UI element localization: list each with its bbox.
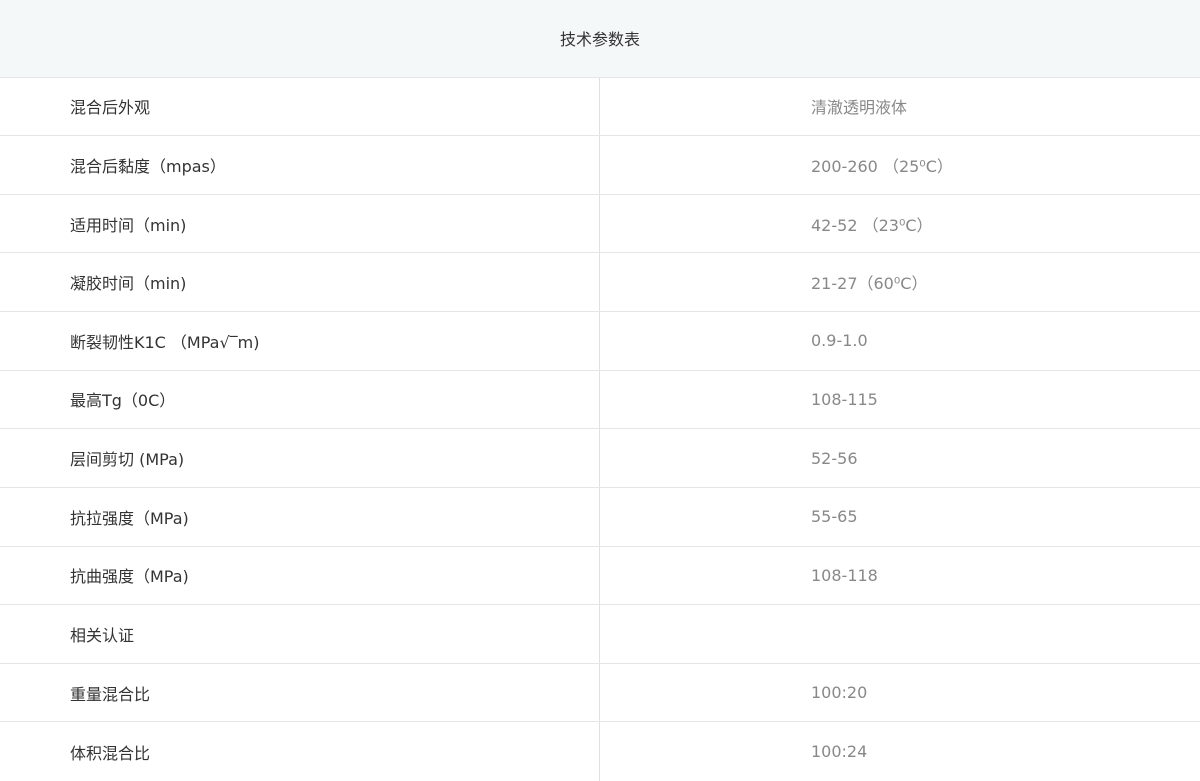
param-value: 100:20 [811, 683, 868, 703]
table-row: 混合后黏度（mpas） 200-260 （25⁰C） [0, 136, 1200, 195]
tech-params-table: 技术参数表 混合后外观 清澈透明液体 混合后黏度（mpas） 200-260 （… [0, 0, 1200, 781]
param-value: 21-27（60⁰C） [811, 274, 928, 294]
param-label: 体积混合比 [0, 722, 600, 781]
param-label: 混合后黏度（mpas） [0, 136, 600, 194]
table-row: 最高Tg（0C） 108-115 [0, 370, 1200, 430]
param-label: 适用时间（min) [0, 194, 600, 253]
param-value [600, 605, 1200, 663]
table-title: 技术参数表 [559, 30, 640, 50]
param-label: 相关认证 [0, 605, 600, 663]
table-row: 体积混合比 100:24 [0, 722, 1200, 781]
param-label: 层间剪切 (MPa) [0, 429, 600, 487]
table-row: 适用时间（min) 42-52 （23⁰C） [0, 194, 1200, 254]
param-label: 重量混合比 [0, 663, 600, 722]
table-row: 混合后外观 清澈透明液体 [0, 77, 1200, 137]
param-value: 42-52 （23⁰C） [811, 215, 933, 235]
table-row: 凝胶时间（min) 21-27（60⁰C） [0, 253, 1200, 312]
param-label: 混合后外观 [0, 77, 600, 136]
param-value: 108-118 [811, 565, 878, 585]
param-value: 108-115 [811, 389, 878, 409]
param-label: 抗曲强度（MPa) [0, 546, 600, 605]
param-value: 55-65 [811, 507, 858, 527]
param-value: 52-56 [811, 448, 858, 468]
param-label: 抗拉强度（MPa) [0, 487, 600, 546]
table-row: 抗曲强度（MPa) 108-118 [0, 546, 1200, 606]
param-value: 清澈透明液体 [811, 98, 908, 118]
param-value: 200-260 （25⁰C） [811, 156, 953, 176]
table-row: 相关认证 [0, 605, 1200, 664]
table-header: 技术参数表 [0, 0, 1200, 78]
param-value: 100:24 [811, 742, 868, 762]
table-row: 断裂韧性K1C （MPa√‾m) 0.9-1.0 [0, 312, 1200, 371]
table-row: 抗拉强度（MPa) 55-65 [0, 487, 1200, 547]
param-label: 最高Tg（0C） [0, 370, 600, 429]
param-value: 0.9-1.0 [811, 331, 868, 351]
table-row: 层间剪切 (MPa) 52-56 [0, 429, 1200, 488]
table-row: 重量混合比 100:20 [0, 663, 1200, 723]
param-label: 凝胶时间（min) [0, 253, 600, 311]
param-label: 断裂韧性K1C （MPa√‾m) [0, 312, 600, 370]
